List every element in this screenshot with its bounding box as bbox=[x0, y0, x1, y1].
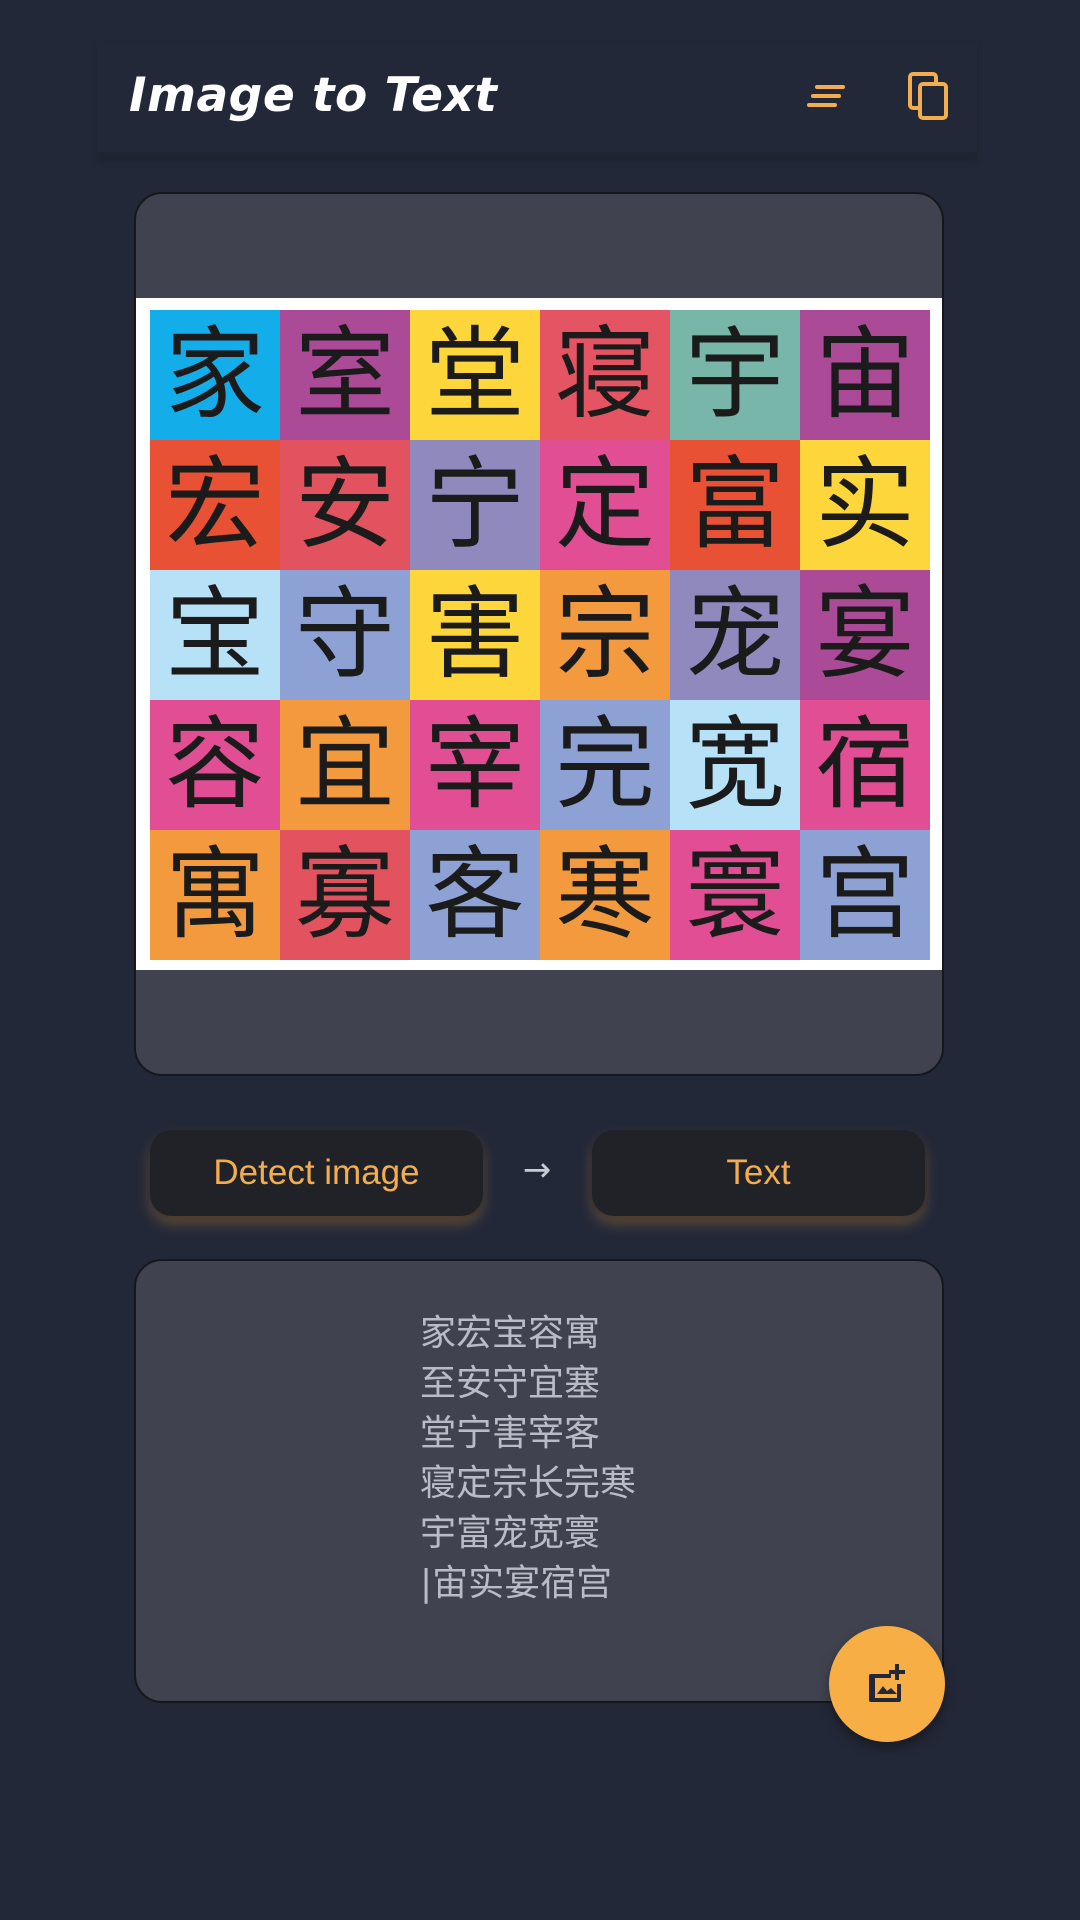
source-image: 家室堂寝宇宙宏安宁定富实宝守害宗宠宴容宜宰完宽宿寓寡客寒寰宫 bbox=[136, 298, 942, 970]
result-text-card[interactable]: 家宏宝容寓至安守宜塞堂宁害宰客寝定宗长完寒 宇富宠宽寰 |宙实宴宿宫 bbox=[134, 1259, 944, 1703]
grid-character-tile: 容 bbox=[150, 700, 280, 830]
grid-character-tile: 宏 bbox=[150, 440, 280, 570]
grid-character-tile: 宿 bbox=[800, 700, 930, 830]
result-line: 堂宁害宰客 bbox=[420, 1413, 601, 1454]
grid-character-tile: 宫 bbox=[800, 830, 930, 960]
arrow-right-icon: → bbox=[522, 1150, 552, 1190]
image-preview-card[interactable]: 家室堂寝宇宙宏安宁定富实宝守害宗宠宴容宜宰完宽宿寓寡客寒寰宫 bbox=[134, 192, 944, 1076]
result-line: 家宏宝容寓 bbox=[420, 1313, 601, 1354]
text-button[interactable]: Text bbox=[592, 1130, 925, 1216]
grid-character-tile: 宴 bbox=[800, 570, 930, 700]
menu-lines-icon[interactable] bbox=[797, 66, 857, 126]
result-line: 至安守宜塞 bbox=[420, 1363, 601, 1404]
app-screen: Image to Text 家室堂寝宇宙宏安宁定富实宝守害宗宠宴容宜宰完宽宿寓寡… bbox=[0, 0, 1080, 1920]
grid-character-tile: 定 bbox=[540, 440, 670, 570]
grid-character-tile: 室 bbox=[280, 310, 410, 440]
grid-character-tile: 寰 bbox=[670, 830, 800, 960]
character-grid: 家室堂寝宇宙宏安宁定富实宝守害宗宠宴容宜宰完宽宿寓寡客寒寰宫 bbox=[150, 310, 930, 960]
grid-character-tile: 堂 bbox=[410, 310, 540, 440]
grid-character-tile: 客 bbox=[410, 830, 540, 960]
add-image-icon bbox=[869, 1664, 905, 1702]
copy-icon[interactable] bbox=[898, 66, 958, 126]
grid-character-tile: 寓 bbox=[150, 830, 280, 960]
grid-character-tile: 宇 bbox=[670, 310, 800, 440]
grid-character-tile: 守 bbox=[280, 570, 410, 700]
grid-character-tile: 宗 bbox=[540, 570, 670, 700]
result-line: 宇富宠宽寰 bbox=[420, 1513, 601, 1554]
grid-character-tile: 宠 bbox=[670, 570, 800, 700]
grid-character-tile: 富 bbox=[670, 440, 800, 570]
grid-character-tile: 家 bbox=[150, 310, 280, 440]
grid-character-tile: 实 bbox=[800, 440, 930, 570]
grid-character-tile: 宝 bbox=[150, 570, 280, 700]
result-line: 寝定宗长完寒 bbox=[420, 1463, 637, 1504]
result-line: |宙实宴宿宫 bbox=[420, 1563, 613, 1604]
grid-character-tile: 宽 bbox=[670, 700, 800, 830]
detect-image-button[interactable]: Detect image bbox=[150, 1130, 483, 1216]
grid-character-tile: 宜 bbox=[280, 700, 410, 830]
grid-character-tile: 害 bbox=[410, 570, 540, 700]
add-image-button[interactable] bbox=[829, 1626, 945, 1742]
grid-character-tile: 完 bbox=[540, 700, 670, 830]
grid-character-tile: 安 bbox=[280, 440, 410, 570]
grid-character-tile: 寡 bbox=[280, 830, 410, 960]
grid-character-tile: 寝 bbox=[540, 310, 670, 440]
app-bar: Image to Text bbox=[97, 42, 977, 158]
grid-character-tile: 宙 bbox=[800, 310, 930, 440]
grid-character-tile: 宁 bbox=[410, 440, 540, 570]
grid-character-tile: 寒 bbox=[540, 830, 670, 960]
grid-character-tile: 宰 bbox=[410, 700, 540, 830]
result-text[interactable]: 家宏宝容寓至安守宜塞堂宁害宰客寝定宗长完寒 宇富宠宽寰 |宙实宴宿宫 bbox=[420, 1309, 636, 1609]
app-title: Image to Text bbox=[129, 68, 498, 123]
